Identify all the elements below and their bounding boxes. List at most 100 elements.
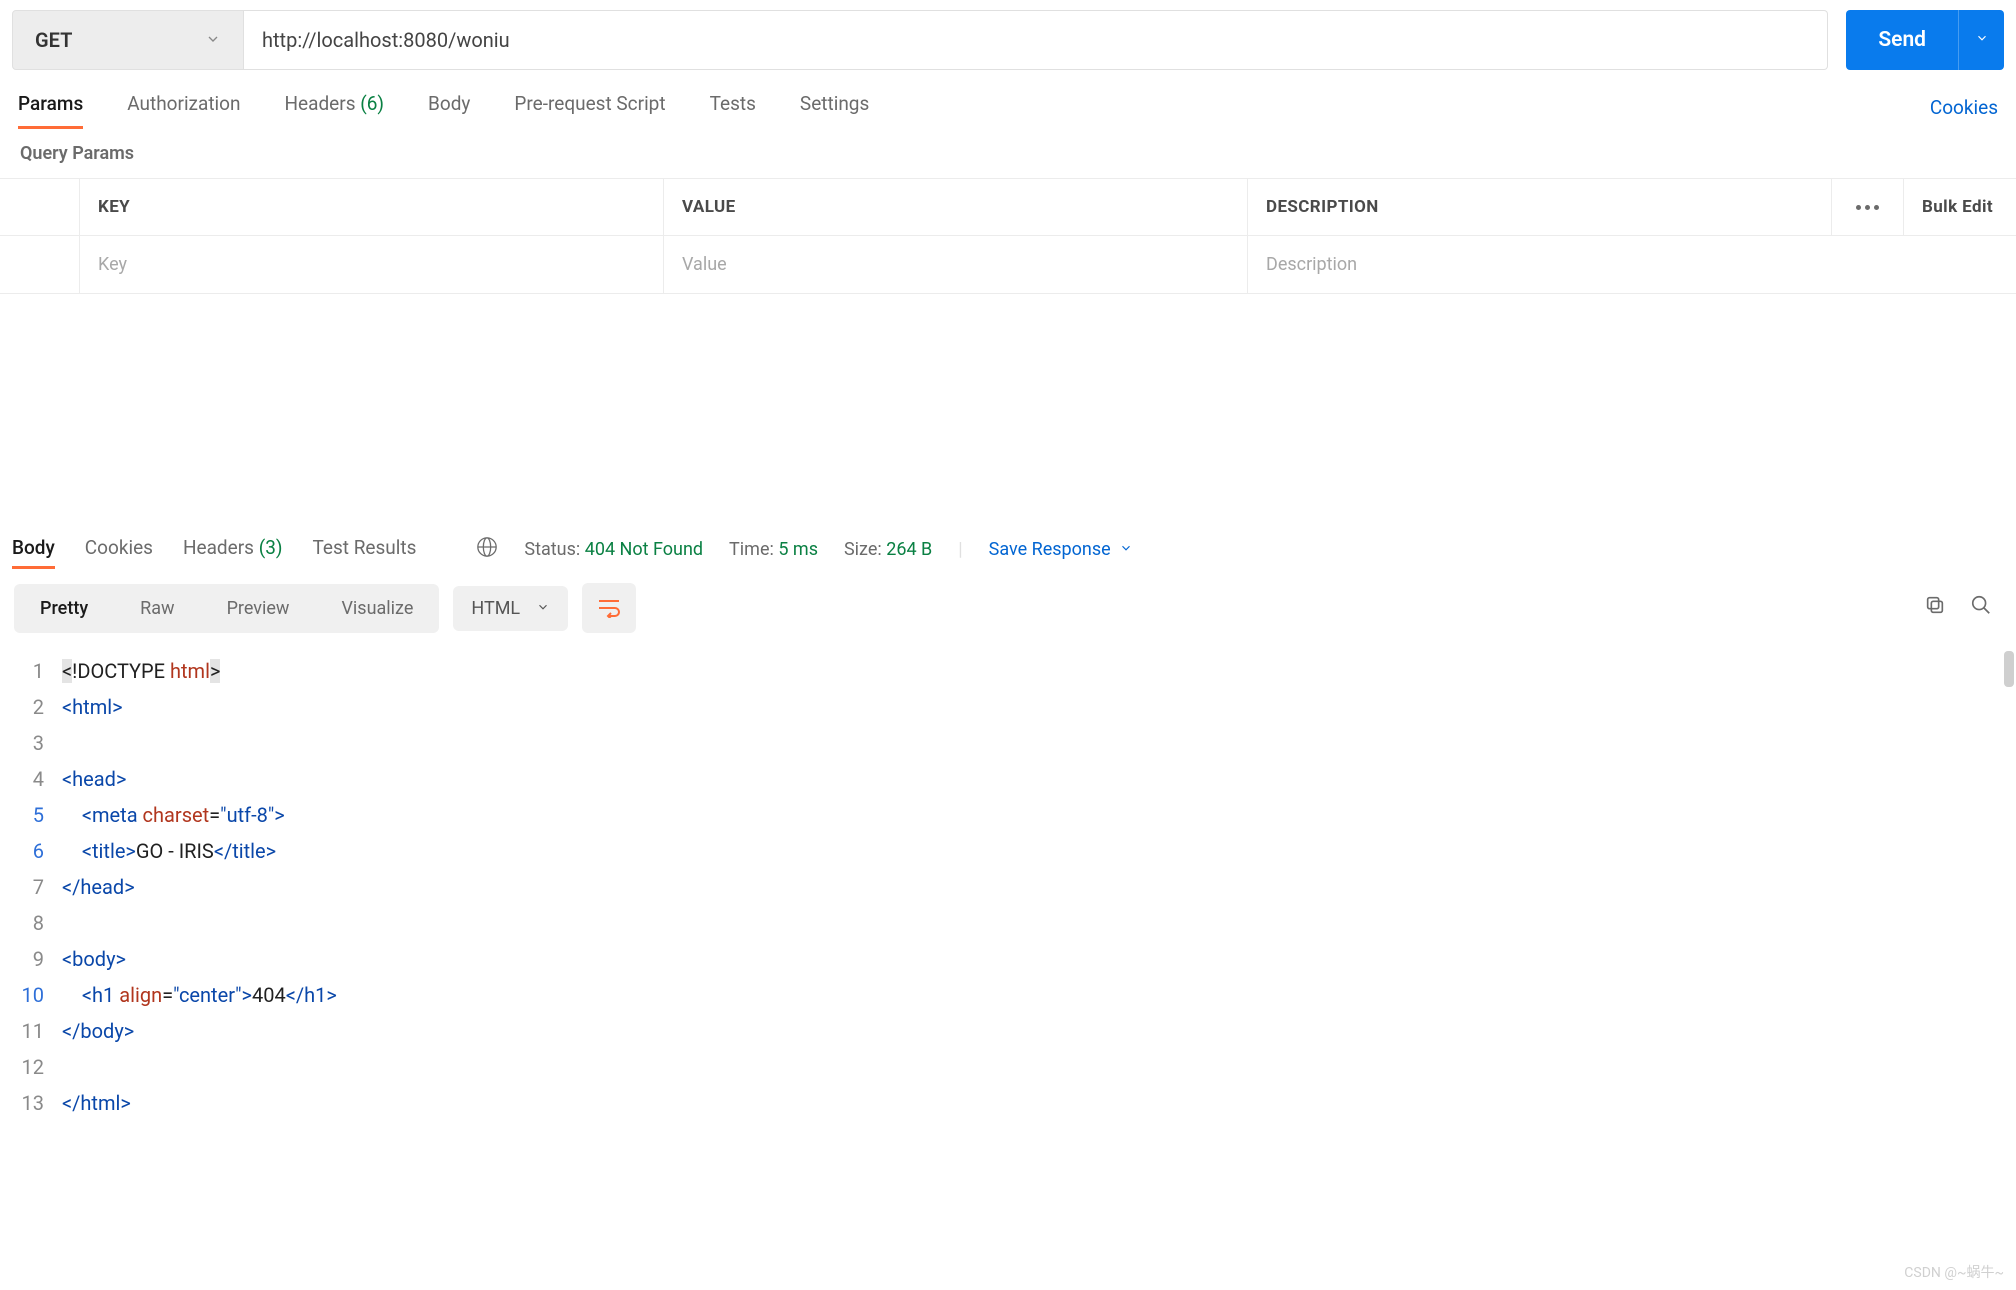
watermark: CSDN @~蜗牛~ (1904, 1262, 2004, 1282)
language-select[interactable]: HTML (453, 586, 568, 631)
url-value: http://localhost:8080/woniu (262, 28, 510, 52)
line-number: 9 (14, 941, 62, 977)
chevron-down-icon (1975, 31, 1989, 49)
tab-headers-count: (6) (360, 92, 384, 115)
tab-body[interactable]: Body (428, 86, 470, 129)
code-line: 9<body> (14, 941, 2002, 977)
tab-authorization[interactable]: Authorization (127, 86, 240, 129)
resp-tab-test-results[interactable]: Test Results (312, 530, 416, 569)
code-line: 10 <h1 align="center">404</h1> (14, 977, 2002, 1013)
scrollbar-thumb[interactable] (2004, 651, 2014, 687)
tab-settings[interactable]: Settings (800, 86, 869, 129)
description-input[interactable]: Description (1248, 236, 2016, 293)
search-icon[interactable] (1970, 594, 1992, 622)
response-meta: Status: 404 Not Found Time: 5 ms Size: 2… (476, 536, 1132, 563)
code-content: </head> (62, 869, 135, 905)
bulk-edit-button[interactable]: Bulk Edit (1904, 179, 2016, 235)
col-more-button[interactable] (1832, 179, 1904, 235)
request-bar: GET http://localhost:8080/woniu Send (0, 0, 2016, 80)
row-checkbox-cell[interactable] (0, 236, 80, 293)
response-action-icons (1924, 594, 2002, 622)
resp-tab-headers[interactable]: Headers (3) (183, 530, 283, 569)
chevron-down-icon (205, 28, 221, 52)
save-response-link[interactable]: Save Response (989, 539, 1133, 560)
value-input[interactable]: Value (664, 236, 1248, 293)
code-line: 5 <meta charset="utf-8"> (14, 797, 2002, 833)
request-tabs: Params Authorization Headers (6) Body Pr… (0, 80, 2016, 129)
dots-icon (1856, 205, 1879, 210)
code-line: 2<html> (14, 689, 2002, 725)
code-content: <!DOCTYPE html> (62, 653, 220, 689)
col-description: DESCRIPTION (1248, 179, 1832, 235)
globe-icon[interactable] (476, 536, 498, 563)
chevron-down-icon (1119, 539, 1133, 560)
time-block[interactable]: Time: 5 ms (729, 539, 818, 560)
code-content: </html> (62, 1085, 131, 1121)
line-number: 2 (14, 689, 62, 725)
cookies-link[interactable]: Cookies (1930, 96, 1998, 119)
code-line: 7</head> (14, 869, 2002, 905)
query-params-table: KEY VALUE DESCRIPTION Bulk Edit Key Valu… (0, 178, 2016, 294)
code-line: 13</html> (14, 1085, 2002, 1121)
query-params-title: Query Params (0, 129, 2016, 178)
language-value: HTML (471, 598, 520, 619)
code-content (62, 1049, 67, 1085)
tab-params[interactable]: Params (18, 86, 83, 129)
tab-tests[interactable]: Tests (710, 86, 756, 129)
send-dropdown-button[interactable] (1958, 10, 2004, 70)
code-content: <body> (62, 941, 126, 977)
status-block[interactable]: Status: 404 Not Found (524, 539, 703, 560)
size-block[interactable]: Size: 264 B (844, 539, 932, 560)
code-content: <meta charset="utf-8"> (62, 797, 285, 833)
line-number: 3 (14, 725, 62, 761)
line-number: 10 (14, 977, 62, 1013)
col-value: VALUE (664, 179, 1248, 235)
code-line: 1<!DOCTYPE html> (14, 653, 2002, 689)
wrap-icon (597, 598, 621, 618)
code-line: 4<head> (14, 761, 2002, 797)
view-pretty[interactable]: Pretty (14, 584, 114, 633)
line-number: 1 (14, 653, 62, 689)
body-view-toggle: Pretty Raw Preview Visualize (14, 584, 439, 633)
response-body-code[interactable]: 1<!DOCTYPE html>2<html>3 4<head>5 <meta … (0, 647, 2016, 1141)
wrap-lines-button[interactable] (582, 583, 636, 633)
code-line: 3 (14, 725, 2002, 761)
tab-headers[interactable]: Headers (6) (285, 86, 385, 129)
line-number: 7 (14, 869, 62, 905)
send-button-group: Send (1846, 10, 2004, 70)
tab-headers-label: Headers (285, 92, 356, 115)
response-view-controls: Pretty Raw Preview Visualize HTML (0, 569, 2016, 647)
copy-icon[interactable] (1924, 594, 1946, 622)
url-input[interactable]: http://localhost:8080/woniu (244, 10, 1828, 70)
line-number: 5 (14, 797, 62, 833)
code-content: <html> (62, 689, 123, 725)
view-preview[interactable]: Preview (201, 584, 316, 633)
line-number: 4 (14, 761, 62, 797)
header-checkbox-cell (0, 179, 80, 235)
view-raw[interactable]: Raw (114, 584, 200, 633)
code-content: <head> (62, 761, 126, 797)
code-line: 12 (14, 1049, 2002, 1085)
tab-prerequest[interactable]: Pre-request Script (514, 86, 665, 129)
code-line: 8 (14, 905, 2002, 941)
send-button[interactable]: Send (1846, 10, 1958, 70)
code-content: <h1 align="center">404</h1> (62, 977, 337, 1013)
code-content (62, 905, 67, 941)
table-header-row: KEY VALUE DESCRIPTION Bulk Edit (0, 179, 2016, 236)
line-number: 12 (14, 1049, 62, 1085)
chevron-down-icon (536, 598, 550, 619)
http-method-select[interactable]: GET (12, 10, 244, 70)
code-line: 11</body> (14, 1013, 2002, 1049)
view-visualize[interactable]: Visualize (315, 584, 439, 633)
resp-tab-headers-label: Headers (183, 536, 254, 559)
resp-tab-body[interactable]: Body (12, 530, 55, 569)
resp-tab-cookies[interactable]: Cookies (85, 530, 153, 569)
resp-tab-headers-count: (3) (259, 536, 283, 559)
code-content: <title>GO - IRIS</title> (62, 833, 276, 869)
http-method-value: GET (35, 28, 72, 52)
col-key: KEY (80, 179, 664, 235)
key-input[interactable]: Key (80, 236, 664, 293)
code-content (62, 725, 67, 761)
table-row: Key Value Description (0, 236, 2016, 293)
code-line: 6 <title>GO - IRIS</title> (14, 833, 2002, 869)
